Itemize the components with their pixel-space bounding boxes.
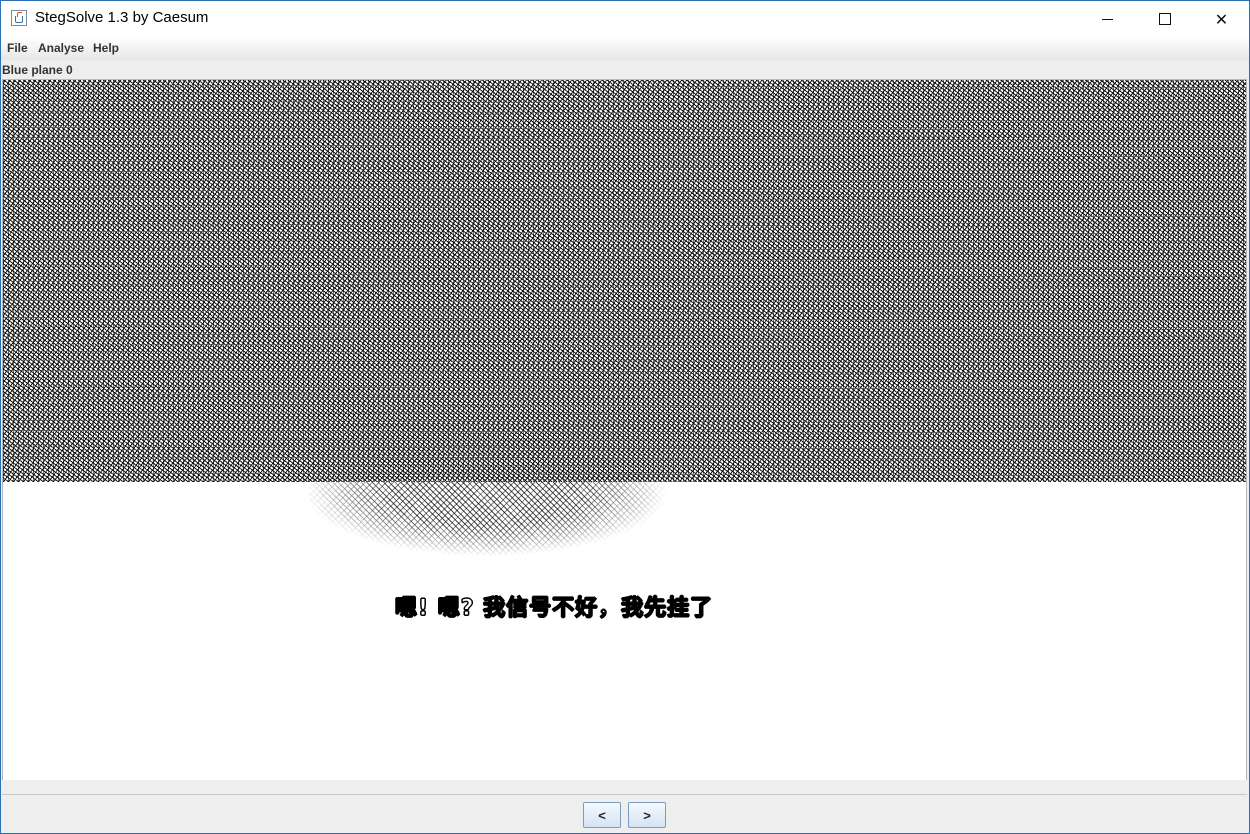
- next-plane-button[interactable]: >: [628, 802, 666, 828]
- maximize-icon: [1158, 13, 1171, 25]
- plane-label: Blue plane 0: [2, 63, 73, 77]
- close-icon: ✕: [1214, 9, 1229, 29]
- scroll-strip: [2, 780, 1247, 795]
- hidden-message: 嗯! 嗯? 我信号不好，我先挂了: [394, 596, 714, 622]
- window-title: StegSolve 1.3 by Caesum: [35, 9, 209, 26]
- minimize-button[interactable]: [1079, 1, 1136, 37]
- menu-analyse[interactable]: Analyse: [38, 41, 84, 55]
- java-app-icon: [11, 10, 27, 26]
- menu-bar: File Analyse Help: [1, 37, 1249, 60]
- bit-plane-noise: [3, 80, 1246, 482]
- minimize-icon: [1102, 18, 1113, 20]
- previous-plane-button[interactable]: <: [583, 802, 621, 828]
- bit-plane-residue: [309, 482, 751, 578]
- title-bar[interactable]: StegSolve 1.3 by Caesum ✕: [1, 1, 1249, 37]
- image-viewer[interactable]: 嗯! 嗯? 我信号不好，我先挂了: [2, 79, 1247, 781]
- maximize-button[interactable]: [1136, 1, 1193, 37]
- close-button[interactable]: ✕: [1193, 1, 1249, 37]
- menu-file[interactable]: File: [7, 41, 28, 55]
- menu-help[interactable]: Help: [93, 41, 119, 55]
- app-window: StegSolve 1.3 by Caesum ✕ File Analyse H…: [0, 0, 1250, 834]
